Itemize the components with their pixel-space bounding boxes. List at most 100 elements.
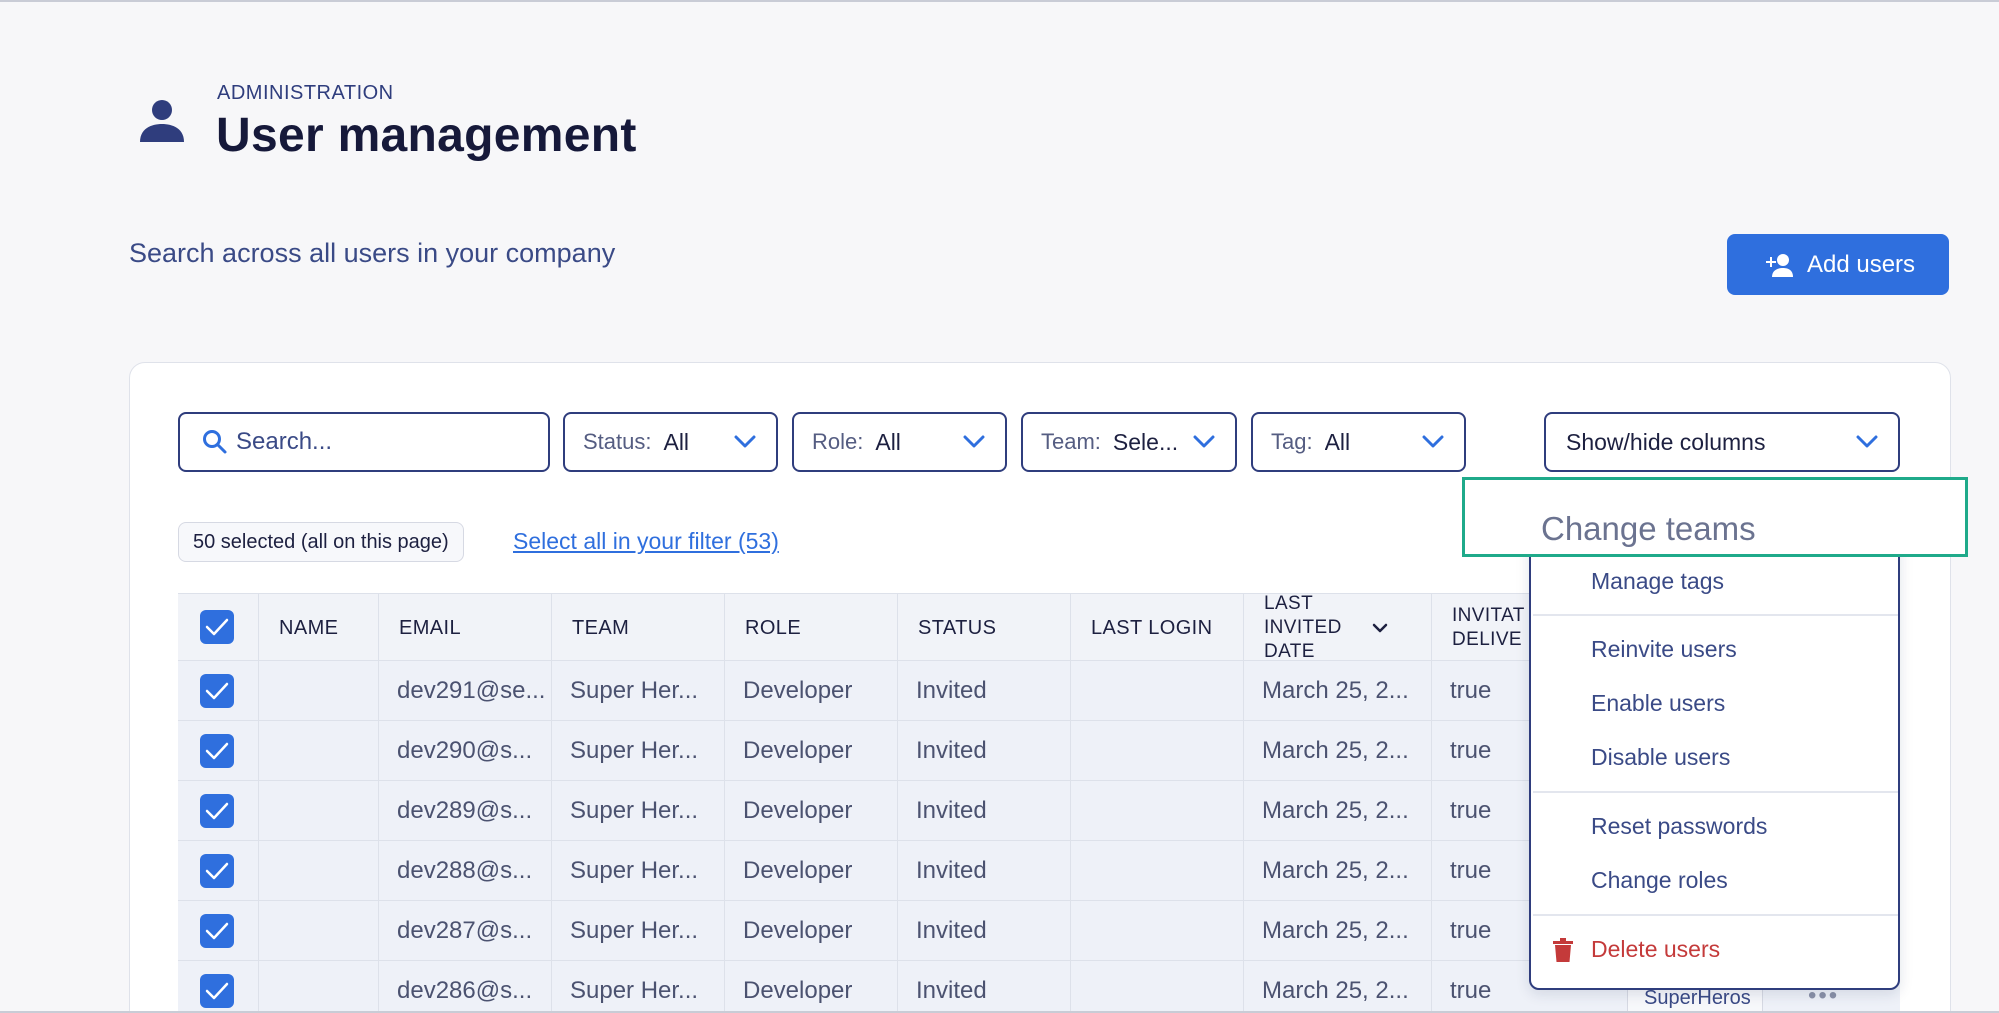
search-icon	[203, 430, 227, 454]
row-checkbox[interactable]	[200, 853, 234, 888]
cell-name	[258, 661, 378, 721]
cell-name	[258, 961, 378, 1013]
menu-item-reset-passwords[interactable]: Reset passwords	[1591, 813, 1767, 840]
person-icon	[140, 100, 184, 142]
menu-item-manage-tags[interactable]: Manage tags	[1591, 568, 1724, 595]
column-header-name[interactable]: NAME	[258, 594, 378, 662]
cell-last-login	[1070, 901, 1243, 961]
cell-email: dev289@s...	[378, 781, 551, 841]
cell-email: dev286@s...	[378, 961, 551, 1013]
cell-last-login	[1070, 781, 1243, 841]
row-select-cell	[178, 961, 258, 1013]
menu-divider	[1533, 914, 1898, 916]
menu-divider	[1533, 614, 1898, 616]
select-all-in-filter-link[interactable]: Select all in your filter (53)	[513, 528, 779, 555]
column-header-last-invited-date[interactable]: LAST INVITED DATE	[1243, 593, 1431, 662]
cell-team: Super Her...	[551, 961, 724, 1013]
cell-last-invited-date: March 25, 2...	[1243, 841, 1431, 901]
page-subtitle: Search across all users in your company	[129, 238, 616, 268]
top-divider	[0, 0, 1999, 2]
search-input[interactable]: Search...	[178, 412, 550, 472]
person-add-icon	[1765, 253, 1793, 277]
role-filter-value: All	[875, 428, 901, 455]
cell-role: Developer	[724, 661, 897, 721]
cell-team: Super Her...	[551, 661, 724, 721]
column-header-email[interactable]: EMAIL	[378, 594, 551, 662]
header-line: DELIVE	[1452, 629, 1522, 650]
menu-item-change-teams[interactable]: Change teams	[1462, 477, 1968, 557]
menu-item-enable-users[interactable]: Enable users	[1591, 690, 1725, 717]
checkmark-icon	[205, 802, 229, 819]
cell-status: Invited	[897, 721, 1070, 781]
change-teams-label: Change teams	[1541, 510, 1756, 547]
bulk-actions-menu: Manage tags Reinvite users Enable users …	[1529, 530, 1900, 990]
cell-role: Developer	[724, 781, 897, 841]
cell-last-invited-date: March 25, 2...	[1243, 721, 1431, 781]
add-users-button[interactable]: Add users	[1727, 234, 1949, 295]
column-header-role[interactable]: ROLE	[724, 594, 897, 662]
cell-last-login	[1070, 661, 1243, 721]
cell-team: Super Her...	[551, 721, 724, 781]
status-filter-value: All	[663, 428, 690, 455]
cell-status: Invited	[897, 781, 1070, 841]
row-select-cell	[178, 721, 258, 780]
selection-count-badge: 50 selected (all on this page)	[178, 522, 464, 562]
checkmark-icon	[205, 742, 229, 759]
cell-role: Developer	[724, 841, 897, 901]
role-filter-label: Role:	[812, 429, 864, 454]
menu-divider	[1533, 791, 1898, 793]
cell-status: Invited	[897, 661, 1070, 721]
row-checkbox[interactable]	[200, 673, 234, 708]
cell-last-invited-date: March 25, 2...	[1243, 661, 1431, 721]
cell-role: Developer	[724, 721, 897, 781]
menu-item-change-roles[interactable]: Change roles	[1591, 867, 1728, 894]
chevron-down-icon	[1193, 435, 1215, 448]
row-select-cell	[178, 901, 258, 960]
cell-last-invited-date: March 25, 2...	[1243, 901, 1431, 961]
cell-last-login	[1070, 721, 1243, 781]
chevron-down-icon	[1856, 435, 1878, 448]
checkmark-icon	[205, 618, 229, 636]
row-checkbox[interactable]	[200, 733, 234, 768]
team-filter-label: Team:	[1041, 429, 1101, 454]
row-checkbox[interactable]	[200, 913, 234, 948]
cell-status: Invited	[897, 961, 1070, 1013]
cell-status: Invited	[897, 901, 1070, 961]
menu-item-reinvite-users[interactable]: Reinvite users	[1591, 636, 1737, 663]
cell-last-login	[1070, 961, 1243, 1013]
tag-filter-label: Tag:	[1271, 429, 1313, 454]
tag-filter-value: All	[1324, 428, 1351, 455]
select-all-cell	[178, 594, 258, 660]
row-select-cell	[178, 661, 258, 720]
column-header-team[interactable]: TEAM	[551, 594, 724, 662]
cell-role: Developer	[724, 961, 897, 1013]
status-filter[interactable]: Status: All	[563, 412, 778, 472]
chevron-down-icon	[963, 435, 985, 448]
cell-role: Developer	[724, 901, 897, 961]
tag-filter[interactable]: Tag: All	[1251, 412, 1466, 472]
cell-last-invited-date: March 25, 2...	[1243, 961, 1431, 1013]
row-checkbox[interactable]	[200, 973, 234, 1008]
page-title: User management	[216, 109, 637, 162]
chevron-down-icon	[734, 435, 756, 448]
team-filter[interactable]: Team: Sele...	[1021, 412, 1237, 472]
header-line: INVITAT	[1452, 605, 1525, 626]
cell-name	[258, 781, 378, 841]
cell-last-login	[1070, 841, 1243, 901]
menu-item-delete-users[interactable]: Delete users	[1591, 936, 1720, 963]
cell-last-invited-date: March 25, 2...	[1243, 781, 1431, 841]
role-filter[interactable]: Role: All	[792, 412, 1007, 472]
invitation-header-text: INVITAT DELIVE	[1452, 604, 1525, 652]
cell-name	[258, 901, 378, 961]
show-hide-columns-dropdown[interactable]: Show/hide columns	[1544, 412, 1900, 472]
breadcrumb: ADMINISTRATION	[217, 82, 394, 104]
column-header-status[interactable]: STATUS	[897, 594, 1070, 662]
column-header-last-login[interactable]: LAST LOGIN	[1070, 594, 1243, 662]
trash-icon	[1553, 938, 1573, 962]
select-all-checkbox[interactable]	[200, 610, 234, 644]
checkmark-icon	[205, 682, 229, 699]
cell-team: Super Her...	[551, 841, 724, 901]
menu-item-disable-users[interactable]: Disable users	[1591, 744, 1730, 771]
header-line: INVITED	[1264, 617, 1342, 638]
row-checkbox[interactable]	[200, 793, 234, 828]
